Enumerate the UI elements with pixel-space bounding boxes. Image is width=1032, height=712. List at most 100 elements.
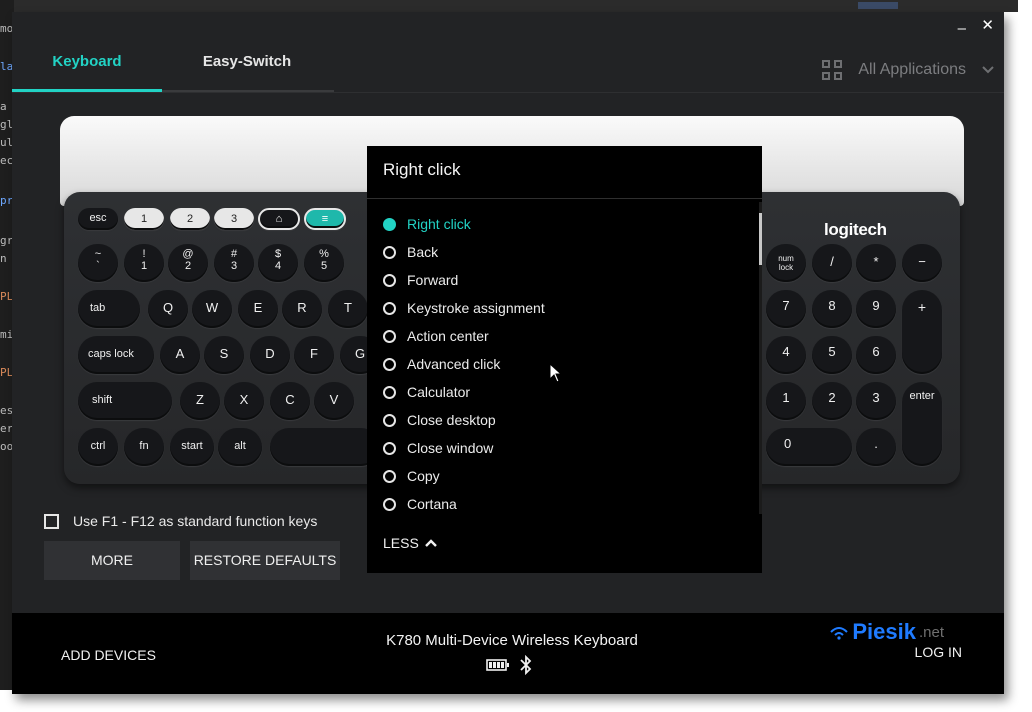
key-plus[interactable]: + xyxy=(902,290,942,374)
radio-icon xyxy=(383,301,396,315)
key-f3[interactable]: 3 xyxy=(214,208,254,230)
key-num3[interactable]: 3 xyxy=(856,382,896,420)
radio-icon xyxy=(383,413,396,427)
key-c[interactable]: C xyxy=(270,382,310,420)
key-f[interactable]: F xyxy=(294,336,334,374)
key-1[interactable]: ! 1 xyxy=(124,244,164,282)
background-titlebar xyxy=(14,0,1018,12)
wifi-logo-icon xyxy=(830,627,849,640)
key-star[interactable]: * xyxy=(856,244,896,282)
mouse-cursor-icon xyxy=(549,363,563,383)
key-enter[interactable]: enter xyxy=(902,382,942,466)
login-button[interactable]: LOG IN xyxy=(915,644,962,660)
option-cortana[interactable]: Cortana xyxy=(367,490,762,518)
key-e[interactable]: E xyxy=(238,290,278,328)
application-filter[interactable]: All Applications xyxy=(822,60,994,80)
key-numlock[interactable]: num lock xyxy=(766,244,806,282)
option-action-center[interactable]: Action center xyxy=(367,322,762,350)
option-keystroke-assignment[interactable]: Keystroke assignment xyxy=(367,294,762,322)
grid-icon xyxy=(822,60,843,80)
key-slash[interactable]: / xyxy=(812,244,852,282)
option-calculator[interactable]: Calculator xyxy=(367,378,762,406)
key-ctrl[interactable]: ctrl xyxy=(78,428,118,466)
fn-keys-option: Use F1 - F12 as standard function keys xyxy=(44,513,317,529)
key-num0[interactable]: 0 xyxy=(766,428,852,466)
key-caps-lock[interactable]: caps lock xyxy=(78,336,154,374)
key-num5[interactable]: 5 xyxy=(812,336,852,374)
tab-easy-switch[interactable]: Easy-Switch xyxy=(172,50,322,92)
key-x[interactable]: X xyxy=(224,382,264,420)
key-v[interactable]: V xyxy=(314,382,354,420)
key-w[interactable]: W xyxy=(192,290,232,328)
close-button[interactable]: ✕ xyxy=(981,16,994,34)
key-minus[interactable]: − xyxy=(902,244,942,282)
action-dropdown: Right click Right click Back Forward Key… xyxy=(367,146,762,573)
option-forward[interactable]: Forward xyxy=(367,266,762,294)
key-d[interactable]: D xyxy=(250,336,290,374)
key-r[interactable]: R xyxy=(282,290,322,328)
key-space[interactable] xyxy=(270,428,380,466)
key-shift[interactable]: shift xyxy=(78,382,172,420)
minimize-button[interactable]: – xyxy=(958,20,966,37)
fn-keys-checkbox[interactable] xyxy=(44,513,59,529)
restore-defaults-button[interactable]: RESTORE DEFAULTS xyxy=(190,541,340,580)
key-esc[interactable]: esc xyxy=(78,208,118,230)
key-tab[interactable]: tab xyxy=(78,290,140,328)
key-num9[interactable]: 9 xyxy=(856,290,896,328)
option-copy[interactable]: Copy xyxy=(367,462,762,490)
key-start[interactable]: start xyxy=(170,428,214,466)
key-num4[interactable]: 4 xyxy=(766,336,806,374)
key-fn[interactable]: fn xyxy=(124,428,164,466)
tab-keyboard[interactable]: Keyboard xyxy=(12,50,162,92)
radio-icon xyxy=(383,497,396,511)
radio-icon xyxy=(383,469,396,483)
key-s[interactable]: S xyxy=(204,336,244,374)
less-button[interactable]: LESS xyxy=(383,535,437,551)
key-num7[interactable]: 7 xyxy=(766,290,806,328)
option-close-desktop[interactable]: Close desktop xyxy=(367,406,762,434)
bottom-bar: ADD DEVICES K780 Multi-Device Wireless K… xyxy=(12,613,1004,694)
key-4[interactable]: $4 xyxy=(258,244,298,282)
key-f1[interactable]: 1 xyxy=(124,208,164,230)
application-filter-label: All Applications xyxy=(858,61,966,78)
key-q[interactable]: Q xyxy=(148,290,188,328)
dropdown-title: Right click xyxy=(367,146,762,199)
tab-bar: Keyboard Easy-Switch xyxy=(12,50,334,92)
key-f5-menu[interactable]: ≡ xyxy=(304,208,346,230)
battery-icon xyxy=(486,659,509,671)
key-alt[interactable]: alt xyxy=(218,428,262,466)
radio-icon xyxy=(383,441,396,455)
add-devices-button[interactable]: ADD DEVICES xyxy=(61,647,156,663)
divider xyxy=(12,92,1004,93)
key-dot[interactable]: . xyxy=(856,428,896,466)
app-window: – ✕ Keyboard Easy-Switch All Application… xyxy=(12,12,1004,694)
option-advanced-click[interactable]: Advanced click xyxy=(367,350,762,378)
option-right-click[interactable]: Right click xyxy=(367,210,762,238)
key-tilde[interactable]: ~ ` xyxy=(78,244,118,282)
radio-icon xyxy=(383,273,396,287)
radio-icon xyxy=(383,245,396,259)
key-a[interactable]: A xyxy=(160,336,200,374)
radio-icon xyxy=(383,329,396,343)
chevron-up-icon xyxy=(424,539,437,547)
chevron-down-icon xyxy=(982,66,994,74)
key-num8[interactable]: 8 xyxy=(812,290,852,328)
dropdown-options: Right click Back Forward Keystroke assig… xyxy=(367,210,762,518)
device-status xyxy=(486,655,532,675)
option-back[interactable]: Back xyxy=(367,238,762,266)
key-f4-home[interactable]: ⌂ xyxy=(258,208,300,230)
option-close-window[interactable]: Close window xyxy=(367,434,762,462)
key-t[interactable]: T xyxy=(328,290,368,328)
key-z[interactable]: Z xyxy=(180,382,220,420)
more-button[interactable]: MORE xyxy=(44,541,180,580)
key-num6[interactable]: 6 xyxy=(856,336,896,374)
key-3[interactable]: #3 xyxy=(214,244,254,282)
key-f2[interactable]: 2 xyxy=(170,208,210,230)
radio-selected-icon xyxy=(383,217,396,231)
key-5[interactable]: % 5 xyxy=(304,244,344,282)
key-2[interactable]: @2 xyxy=(168,244,208,282)
radio-icon xyxy=(383,385,396,399)
key-num2[interactable]: 2 xyxy=(812,382,852,420)
bluetooth-icon xyxy=(520,655,532,675)
key-num1[interactable]: 1 xyxy=(766,382,806,420)
